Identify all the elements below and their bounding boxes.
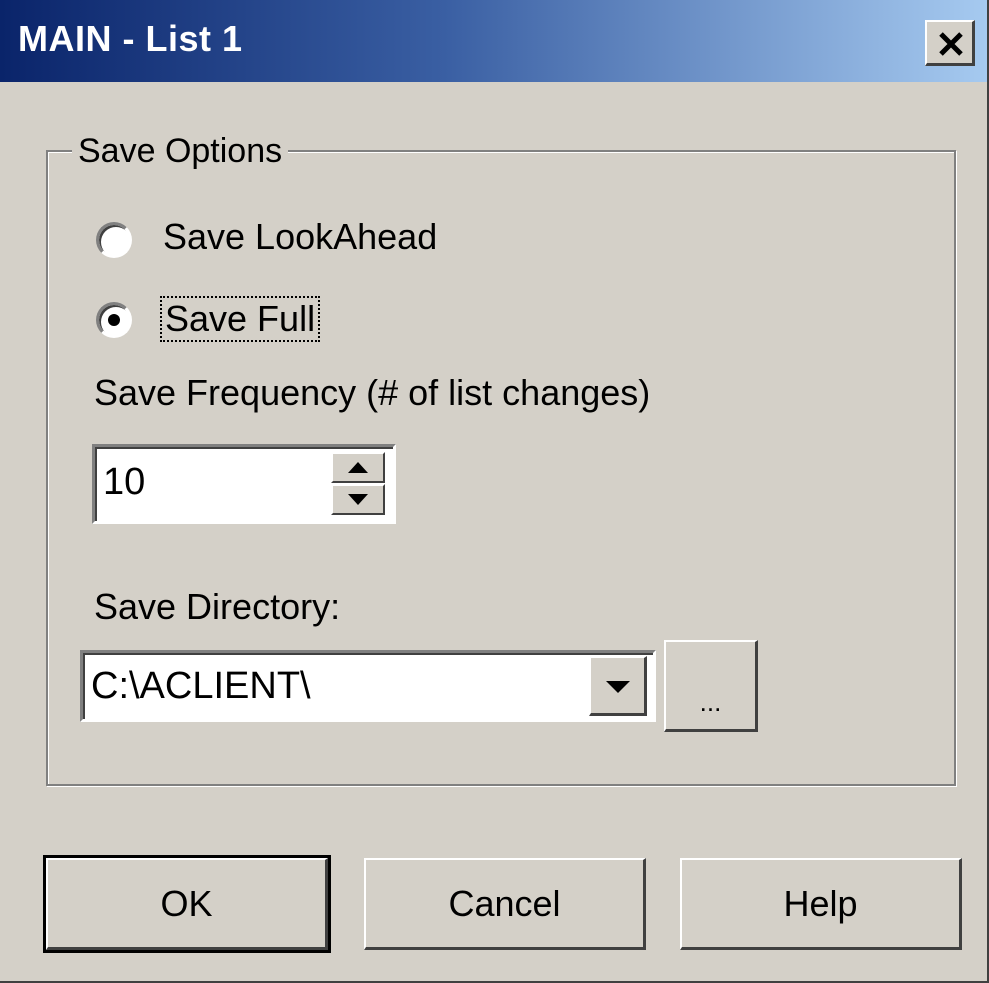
radio-button[interactable] <box>96 222 132 258</box>
close-button[interactable] <box>925 20 975 66</box>
cancel-button[interactable]: Cancel <box>364 858 646 950</box>
radio-selected-dot <box>108 314 120 326</box>
save-directory-value: C:\ACLIENT\ <box>91 665 311 707</box>
title-bar[interactable]: MAIN - List 1 <box>0 0 987 82</box>
dropdown-button[interactable] <box>589 656 647 716</box>
spin-down-button[interactable] <box>331 484 385 515</box>
save-frequency-input[interactable] <box>103 461 323 504</box>
save-frequency-label: Save Frequency (# of list changes) <box>94 372 651 413</box>
radio-label-save-lookahead: Save LookAhead <box>163 216 438 257</box>
save-options-label: Save Options <box>72 132 289 171</box>
spinner-buttons <box>331 452 385 516</box>
arrow-down-icon <box>348 494 368 505</box>
ok-button[interactable]: OK <box>43 855 331 953</box>
save-frequency-spinner[interactable] <box>92 444 396 524</box>
radio-label-save-full: Save Full <box>160 296 321 342</box>
chevron-down-icon <box>606 681 630 693</box>
spin-up-button[interactable] <box>331 452 385 483</box>
save-directory-label: Save Directory: <box>94 586 341 627</box>
close-icon <box>939 32 963 56</box>
help-button[interactable]: Help <box>680 858 962 950</box>
arrow-up-icon <box>348 462 368 473</box>
browse-button[interactable]: ... <box>664 640 758 732</box>
dialog-window: MAIN - List 1 Save Options Save LookAhea… <box>0 0 989 983</box>
window-title: MAIN - List 1 <box>18 18 243 59</box>
save-directory-combobox[interactable]: C:\ACLIENT\ <box>80 650 656 722</box>
radio-button[interactable] <box>96 302 132 338</box>
